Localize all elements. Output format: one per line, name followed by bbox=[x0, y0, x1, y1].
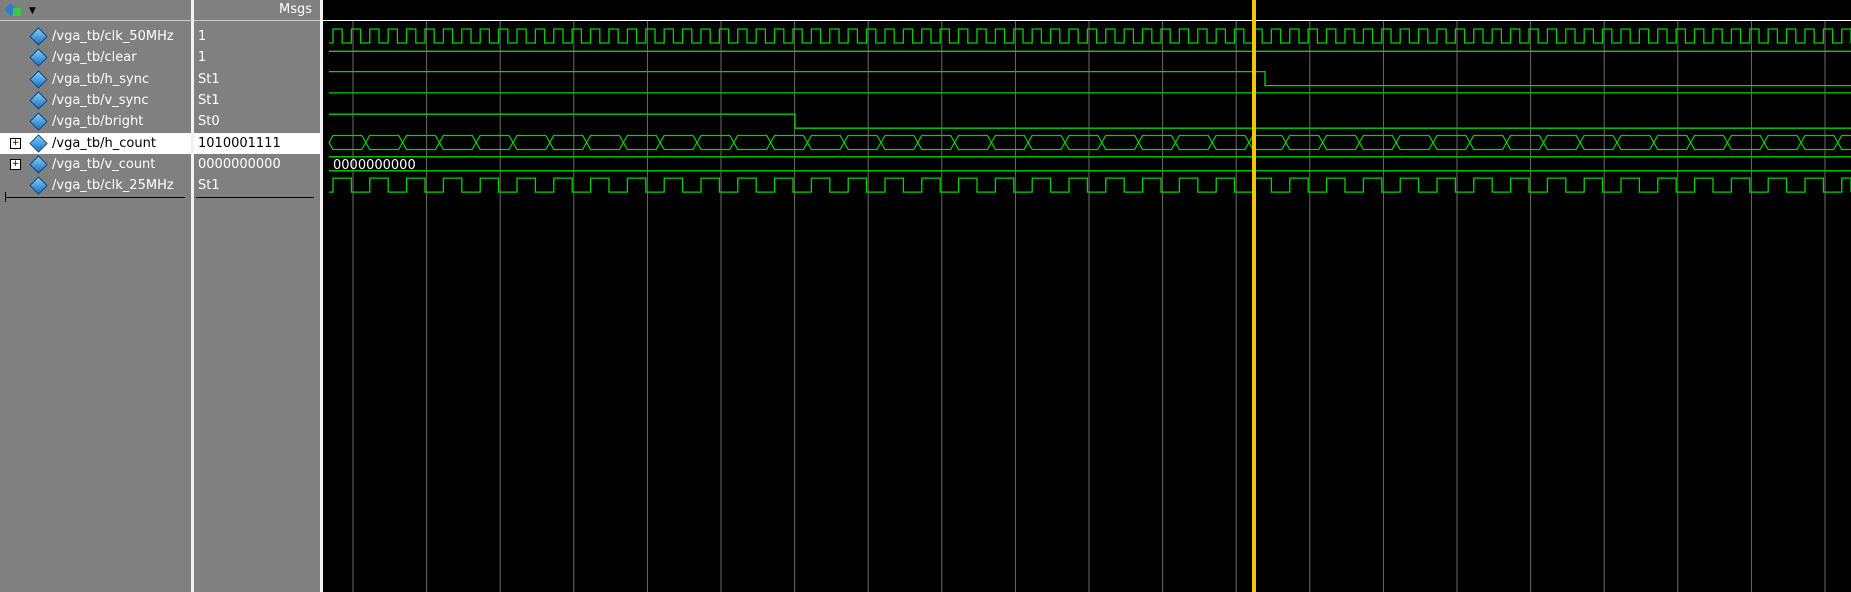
h-sync-wave bbox=[329, 70, 1851, 87]
values-end-line bbox=[196, 197, 314, 198]
values-header-label: Msgs bbox=[278, 2, 312, 17]
time-cursor bbox=[1252, 0, 1256, 592]
signal-diamond-icon bbox=[29, 112, 48, 131]
names-header: ▼ bbox=[0, 0, 191, 21]
signal-row[interactable]: + /vga_tb/h_count bbox=[0, 132, 191, 154]
signal-diamond-icon bbox=[29, 91, 48, 110]
signal-value[interactable]: 1 bbox=[194, 26, 320, 47]
v-count-bus-label: 0000000000 bbox=[333, 158, 416, 173]
signal-name: /vga_tb/v_sync bbox=[52, 92, 149, 108]
signal-row[interactable]: /vga_tb/clear bbox=[0, 47, 191, 68]
signal-value[interactable]: St1 bbox=[194, 69, 320, 90]
signal-values-pane: Msgs 1 1 St1 St1 St0 1010001111 0000000000 St1 bbox=[194, 0, 320, 592]
signal-row[interactable]: /vga_tb/clk_50MHz bbox=[0, 26, 191, 47]
signal-name: /vga_tb/v_count bbox=[52, 156, 156, 172]
signal-names-pane: ▼ /vga_tb/clk_50MHz/vga_tb/clear/vga_tb/… bbox=[0, 0, 191, 592]
dropdown-arrow-icon[interactable]: ▼ bbox=[29, 6, 36, 16]
signal-row[interactable]: + /vga_tb/v_count bbox=[0, 154, 191, 175]
signal-value[interactable]: St1 bbox=[194, 175, 320, 196]
signal-diamond-icon bbox=[29, 48, 48, 67]
signal-value[interactable]: 0000000000 bbox=[194, 154, 320, 175]
names-end-tick bbox=[5, 192, 6, 202]
waveform-pane[interactable]: 0000000000 bbox=[323, 0, 1851, 592]
waveform-ruler-bar bbox=[323, 0, 1851, 20]
waveform-canvas[interactable]: 0000000000 bbox=[323, 0, 1851, 592]
signal-diamond-icon bbox=[29, 133, 48, 153]
signal-row[interactable]: /vga_tb/v_sync bbox=[0, 90, 191, 111]
h-count-bus-wave bbox=[328, 134, 1851, 151]
signal-value[interactable]: St1 bbox=[194, 90, 320, 111]
signal-value[interactable]: St0 bbox=[194, 111, 320, 132]
bright-wave bbox=[329, 113, 1851, 129]
signal-value[interactable]: 1010001111 bbox=[194, 132, 320, 154]
signal-value[interactable]: 1 bbox=[194, 47, 320, 68]
signal-diamond-icon bbox=[29, 69, 48, 89]
signal-name: /vga_tb/clk_25MHz bbox=[52, 178, 174, 194]
names-end-line bbox=[5, 197, 185, 198]
signal-diamond-icon bbox=[29, 176, 48, 195]
signal-name: /vga_tb/h_count bbox=[52, 135, 156, 151]
signal-row[interactable]: /vga_tb/h_sync bbox=[0, 69, 191, 90]
signal-name: /vga_tb/clear bbox=[52, 50, 137, 66]
clk-25mhz-wave bbox=[329, 177, 1851, 193]
signal-row[interactable]: /vga_tb/clk_25MHz bbox=[0, 175, 191, 196]
signal-name: /vga_tb/h_sync bbox=[52, 71, 150, 87]
signal-diamond-icon bbox=[29, 155, 48, 174]
signal-name: /vga_tb/clk_50MHz bbox=[52, 29, 174, 44]
expand-icon[interactable]: + bbox=[10, 137, 21, 149]
clk-50mhz-wave bbox=[329, 28, 1851, 44]
signal-diamond-icon bbox=[29, 27, 48, 46]
wave-window-icon[interactable] bbox=[5, 3, 23, 17]
expand-icon[interactable]: + bbox=[10, 158, 21, 170]
values-header: Msgs bbox=[194, 0, 320, 21]
signal-row[interactable]: /vga_tb/bright bbox=[0, 111, 191, 132]
signal-name: /vga_tb/bright bbox=[52, 114, 144, 130]
